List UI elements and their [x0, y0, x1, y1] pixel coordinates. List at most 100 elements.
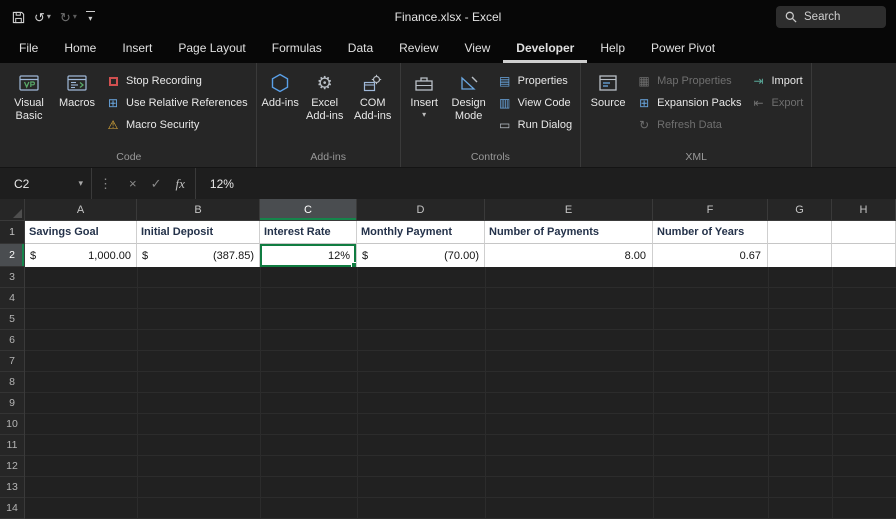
column-header-h[interactable]: H	[832, 199, 896, 220]
cell-G1[interactable]	[768, 221, 832, 244]
cell-G2[interactable]	[768, 244, 832, 267]
expansion-packs-icon: ⊞	[639, 96, 650, 110]
cell-B2[interactable]: $ (387.85)	[137, 244, 260, 267]
redo-caret-icon: ▾	[72, 12, 77, 21]
tab-power-pivot[interactable]: Power Pivot	[638, 34, 728, 63]
row-header-7[interactable]: 7	[0, 351, 24, 372]
cell-D2[interactable]: $ (70.00)	[357, 244, 485, 267]
tab-review[interactable]: Review	[386, 34, 451, 63]
row-header-gutter: 3 4 5 6 7 8 9 10 11 12 13 14	[0, 267, 25, 519]
macros-icon	[67, 69, 87, 97]
cell-A1[interactable]: Savings Goal	[25, 221, 137, 244]
column-header-c[interactable]: C	[260, 199, 357, 220]
row-header-6[interactable]: 6	[0, 330, 24, 351]
formula-bar-buttons: × ✓ fx	[119, 168, 196, 199]
cell-H1[interactable]	[832, 221, 896, 244]
tab-page-layout[interactable]: Page Layout	[165, 34, 258, 63]
use-relative-references-button[interactable]: ⊞ Use Relative References	[101, 92, 253, 114]
tab-insert[interactable]: Insert	[109, 34, 165, 63]
gridline	[768, 267, 769, 519]
row-header-1[interactable]: 1	[0, 221, 25, 244]
relative-references-icon: ⊞	[107, 96, 119, 110]
cell-D1[interactable]: Monthly Payment	[357, 221, 485, 244]
com-add-ins-button[interactable]: COM Add-ins	[349, 66, 397, 123]
tab-formulas[interactable]: Formulas	[259, 34, 335, 63]
insert-function-icon[interactable]: fx	[176, 176, 185, 192]
row-header-13[interactable]: 13	[0, 477, 24, 498]
row-header-3[interactable]: 3	[0, 267, 24, 288]
cell-C2-selected[interactable]: 12%	[260, 244, 357, 267]
undo-icon: ↺	[34, 9, 45, 25]
column-header-e[interactable]: E	[485, 199, 653, 220]
tab-developer[interactable]: Developer	[503, 34, 587, 63]
cell-A2[interactable]: $ 1,000.00	[25, 244, 137, 267]
cell-F1[interactable]: Number of Years	[653, 221, 768, 244]
cancel-icon: ×	[129, 176, 137, 191]
design-mode-button[interactable]: Design Mode	[445, 66, 493, 123]
cell-A2-value: 1,000.00	[88, 249, 131, 262]
cell-F2[interactable]: 0.67	[653, 244, 768, 267]
macro-security-button[interactable]: ⚠ Macro Security	[101, 114, 253, 136]
row-header-11[interactable]: 11	[0, 435, 24, 456]
column-header-b[interactable]: B	[137, 199, 260, 220]
run-dialog-button[interactable]: ▭ Run Dialog	[493, 114, 577, 136]
search-box[interactable]: Search	[776, 6, 886, 28]
empty-grid-area: 3 4 5 6 7 8 9 10 11 12 13 14	[0, 267, 896, 519]
gridline	[260, 267, 261, 519]
cell-E1[interactable]: Number of Payments	[485, 221, 653, 244]
run-dialog-label: Run Dialog	[517, 119, 573, 131]
source-label: Source	[590, 97, 626, 109]
row-header-5[interactable]: 5	[0, 309, 24, 330]
cell-E2[interactable]: 8.00	[485, 244, 653, 267]
visual-basic-button[interactable]: Visual Basic	[5, 66, 53, 123]
macros-button[interactable]: Macros	[53, 66, 101, 110]
add-ins-icon	[270, 69, 290, 97]
import-button[interactable]: ⇥ Import	[746, 70, 808, 92]
row-header-2[interactable]: 2	[0, 244, 25, 267]
cell-H2[interactable]	[832, 244, 896, 267]
stop-recording-icon	[106, 76, 120, 86]
excel-add-ins-button[interactable]: ⚙ Excel Add-ins	[301, 66, 349, 123]
tab-data[interactable]: Data	[335, 34, 386, 63]
undo-button[interactable]: ↺ ▾	[34, 11, 51, 24]
name-box-caret-icon[interactable]: ▾	[78, 178, 83, 189]
name-box[interactable]: C2 ▾	[0, 168, 92, 199]
stop-recording-button[interactable]: Stop Recording	[101, 70, 253, 92]
select-all-button[interactable]	[0, 199, 25, 220]
column-header-f[interactable]: F	[653, 199, 768, 220]
gridline	[832, 267, 833, 519]
customize-quick-access-toolbar-button[interactable]: ▾	[85, 11, 95, 23]
search-icon	[785, 11, 797, 23]
tab-help[interactable]: Help	[587, 34, 638, 63]
tab-view[interactable]: View	[452, 34, 504, 63]
undo-caret-icon[interactable]: ▾	[47, 13, 51, 21]
export-icon: ⇤	[753, 96, 764, 110]
cell-C1[interactable]: Interest Rate	[260, 221, 357, 244]
empty-cells-grid[interactable]	[25, 267, 896, 519]
column-header-a[interactable]: A	[25, 199, 137, 220]
macros-label: Macros	[58, 97, 96, 109]
properties-button[interactable]: ▤ Properties	[493, 70, 577, 92]
customize-caret-icon: ▾	[88, 14, 93, 23]
tab-home[interactable]: Home	[51, 34, 109, 63]
tab-file[interactable]: File	[6, 34, 51, 63]
source-button[interactable]: Source	[584, 66, 632, 110]
row-header-14[interactable]: 14	[0, 498, 24, 519]
row-header-4[interactable]: 4	[0, 288, 24, 309]
column-header-d[interactable]: D	[357, 199, 485, 220]
row-header-12[interactable]: 12	[0, 456, 24, 477]
expansion-packs-button[interactable]: ⊞ Expansion Packs	[632, 92, 746, 114]
row-header-8[interactable]: 8	[0, 372, 24, 393]
formula-input[interactable]: 12%	[196, 168, 896, 199]
excel-add-ins-icon: ⚙	[316, 73, 333, 93]
insert-controls-button[interactable]: Insert ▾	[404, 66, 445, 119]
cell-B1[interactable]: Initial Deposit	[137, 221, 260, 244]
add-ins-button[interactable]: Add-ins	[260, 66, 301, 110]
row-header-10[interactable]: 10	[0, 414, 24, 435]
column-header-g[interactable]: G	[768, 199, 832, 220]
view-code-button[interactable]: ▥ View Code	[493, 92, 577, 114]
row-header-9[interactable]: 9	[0, 393, 24, 414]
ribbon-group-xml: Source ▦ Map Properties ⊞ Expansion Pack…	[581, 63, 813, 167]
save-button[interactable]	[12, 11, 25, 24]
run-dialog-icon: ▭	[499, 118, 511, 132]
